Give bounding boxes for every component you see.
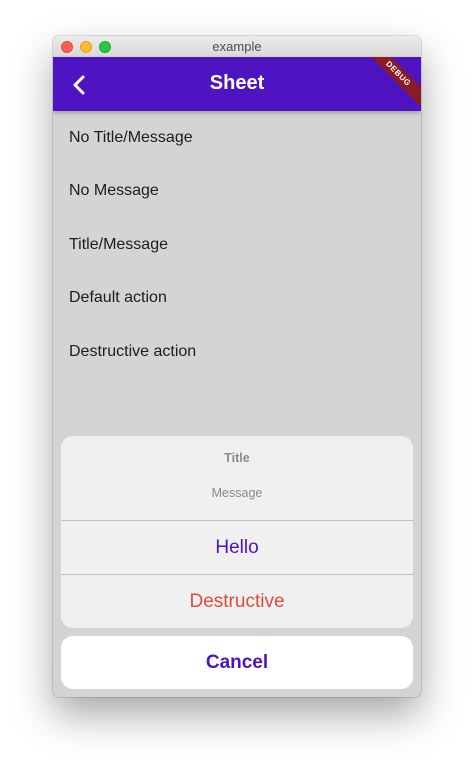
destructive-action-button[interactable]: Destructive xyxy=(61,575,413,628)
page-title: Sheet xyxy=(209,72,265,94)
action-sheet-header: Title Message xyxy=(61,436,413,521)
list-item-no-title-message[interactable]: No Title/Message xyxy=(53,111,421,165)
window-title: example xyxy=(212,39,262,54)
list-item-destructive-action[interactable]: Destructive action xyxy=(53,325,421,379)
list-item-title-message[interactable]: Title/Message xyxy=(53,218,421,272)
action-sheet: Title Message Hello Destructive xyxy=(61,436,413,628)
action-sheet-title: Title xyxy=(224,451,250,465)
window-titlebar[interactable]: example xyxy=(53,36,421,58)
action-sheet-message: Message xyxy=(211,486,263,500)
list-item-no-message[interactable]: No Message xyxy=(53,165,421,219)
list-item-default-action[interactable]: Default action xyxy=(53,272,421,326)
hello-action-button[interactable]: Hello xyxy=(61,521,413,575)
app-bar: Sheet DEBUG xyxy=(53,57,421,111)
cancel-button[interactable]: Cancel xyxy=(61,636,413,689)
app-window: example Sheet DEBUG No Title/Message No … xyxy=(53,36,421,697)
menu-list: No Title/Message No Message Title/Messag… xyxy=(53,111,421,379)
